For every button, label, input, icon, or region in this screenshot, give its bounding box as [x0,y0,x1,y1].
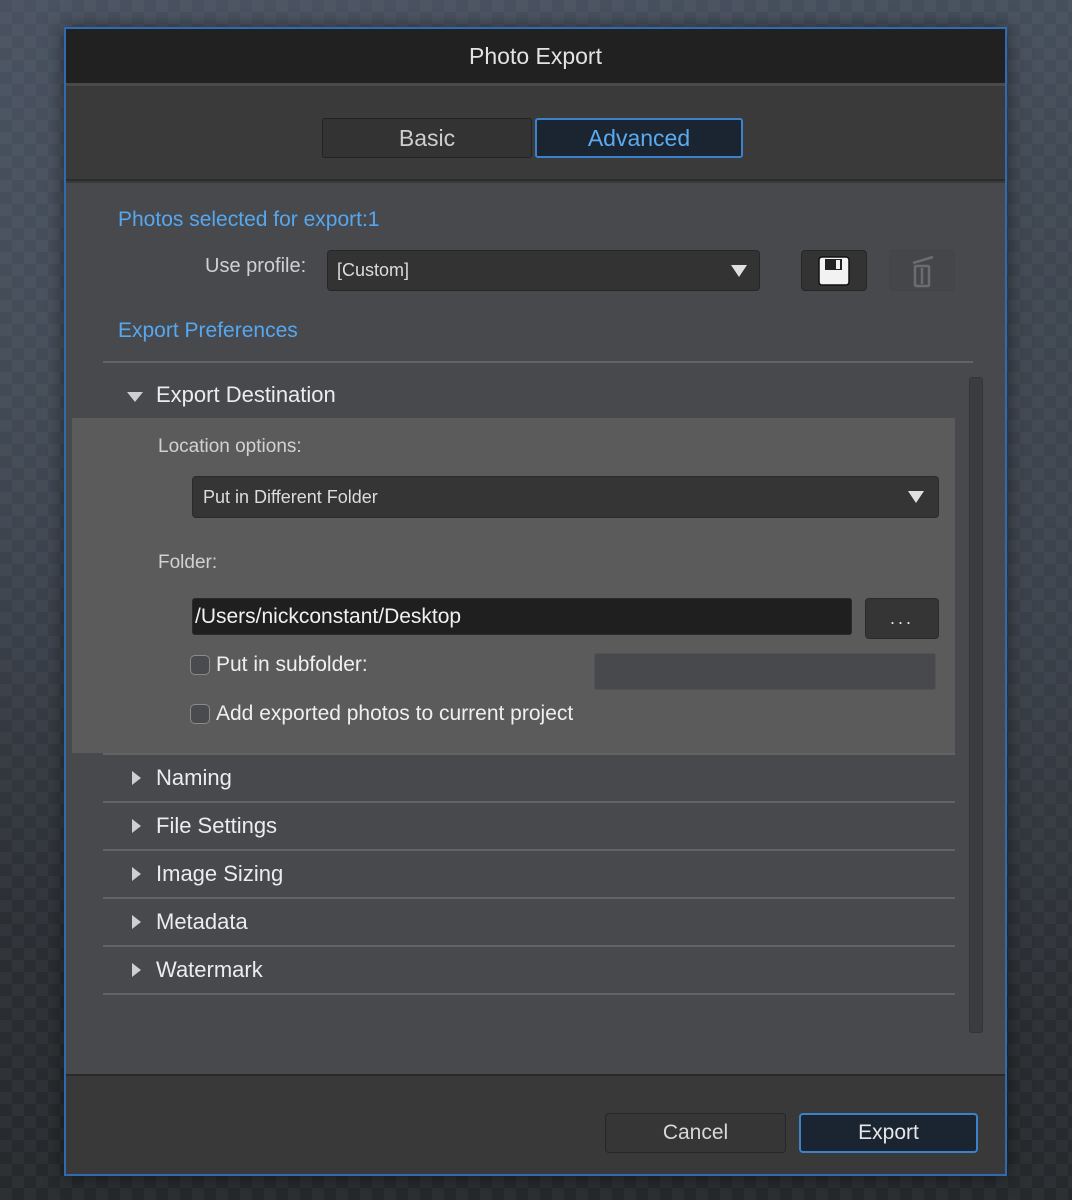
section-file-settings[interactable]: File Settings [103,801,955,849]
subfolder-checkbox-row[interactable]: Put in subfolder: [190,653,368,677]
section-export-destination[interactable]: Export Destination [66,372,969,418]
disclosure-collapsed-icon [132,819,141,833]
save-profile-button[interactable] [801,250,867,291]
section-naming[interactable]: Naming [103,753,955,801]
subfolder-label: Put in subfolder: [216,653,368,676]
profile-value: [Custom] [337,260,410,280]
folder-path-input[interactable] [192,598,852,635]
profile-select[interactable]: [Custom] [327,250,760,291]
section-title: File Settings [156,813,278,838]
disclosure-expanded-icon [127,392,143,402]
cancel-button[interactable]: Cancel [605,1113,786,1153]
section-header[interactable]: Image Sizing [103,851,955,897]
subfolder-name-input[interactable] [594,653,936,690]
disclosure-collapsed-icon [132,915,141,929]
section-metadata[interactable]: Metadata [103,897,955,945]
tab-basic[interactable]: Basic [322,118,532,158]
add-to-project-label: Add exported photos to current project [216,702,574,725]
photos-selected-count: Photos selected for export:1 [118,208,380,231]
chevron-down-icon [908,491,924,503]
section-header[interactable]: Watermark [103,947,955,993]
section-watermark[interactable]: Watermark [103,945,955,993]
export-settings-panel: Photos selected for export:1 Use profile… [66,183,1005,1076]
browse-folder-button[interactable]: ... [865,598,939,639]
mode-tabs: Basic Advanced [66,86,1005,181]
photo-export-dialog: Photo Export Basic Advanced Photos selec… [64,27,1007,1176]
profile-label: Use profile: [205,255,307,277]
location-value: Put in Different Folder [203,486,378,507]
location-options-label: Location options: [158,436,302,457]
disclosure-collapsed-icon [132,771,141,785]
subfolder-checkbox[interactable] [190,655,210,675]
add-to-project-checkbox-row[interactable]: Add exported photos to current project [190,702,573,726]
dialog-title: Photo Export [469,42,602,69]
section-image-sizing[interactable]: Image Sizing [103,849,955,897]
title-bar: Photo Export [66,29,1005,86]
section-title: Metadata [156,909,248,934]
section-title: Image Sizing [156,861,284,886]
floppy-disk-icon [818,255,850,286]
chevron-down-icon [731,264,747,277]
section-header[interactable]: Naming [103,755,955,801]
section-title: Export Destination [156,382,336,407]
export-preferences-heading: Export Preferences [118,319,298,342]
location-options-select[interactable]: Put in Different Folder [192,476,939,518]
section-title: Watermark [156,957,263,982]
delete-profile-button[interactable] [889,250,955,291]
disclosure-collapsed-icon [132,867,141,881]
dialog-footer: Cancel Export [66,1074,1005,1174]
section-header[interactable]: Metadata [103,899,955,945]
vertical-scrollbar[interactable] [969,377,983,1033]
divider [103,993,955,995]
section-title: Naming [156,765,232,790]
preferences-scroll-area: Export Destination Location options: Put… [66,363,969,1033]
disclosure-collapsed-icon [132,963,141,977]
trash-icon [912,255,934,287]
export-destination-body: Location options: Put in Different Folde… [72,418,955,753]
section-header[interactable]: File Settings [103,803,955,849]
collapsed-sections: Naming File Settings Image Sizing Metada… [103,753,955,995]
folder-label: Folder: [158,552,218,573]
add-to-project-checkbox[interactable] [190,704,210,724]
export-button[interactable]: Export [799,1113,978,1153]
tab-advanced[interactable]: Advanced [535,118,743,158]
